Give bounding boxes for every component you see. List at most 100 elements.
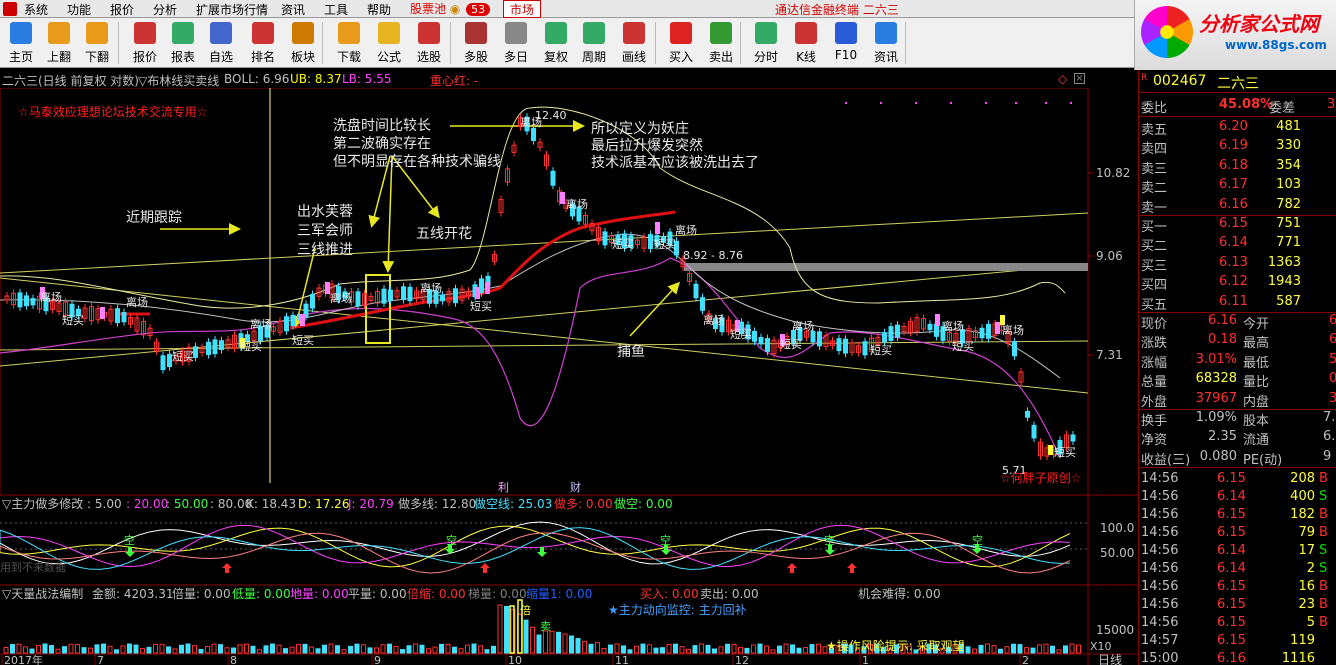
- page-up-button[interactable]: 上翻: [40, 20, 78, 66]
- volume-bar: [608, 644, 613, 654]
- quote-button[interactable]: 报价: [126, 20, 164, 66]
- sell-icon: [710, 22, 732, 44]
- signal-candle: [935, 314, 940, 326]
- menu-analysis[interactable]: 分析: [153, 1, 177, 18]
- menu-news[interactable]: 资讯: [281, 1, 305, 18]
- multi-day-button[interactable]: 多日: [497, 20, 535, 66]
- xipan-note-1: 洗盘时间比较长: [333, 117, 431, 134]
- stat2-value: 0.080: [1199, 448, 1237, 464]
- report-button[interactable]: 报表: [164, 20, 202, 66]
- menu-help[interactable]: 帮助: [367, 1, 391, 18]
- bid-price: 6.14: [1219, 235, 1248, 251]
- volume-bar: [1076, 644, 1081, 654]
- intraday-button[interactable]: 分时: [747, 20, 785, 66]
- buy-signal-label: 短买: [240, 339, 262, 353]
- buy-icon: [670, 22, 692, 44]
- candle-body: [17, 292, 23, 308]
- period-label[interactable]: 日线: [1098, 653, 1122, 665]
- stat2-label: 换手: [1141, 414, 1168, 429]
- f10-icon: [835, 22, 857, 44]
- volume-bar: [3, 646, 9, 654]
- sub2-title[interactable]: ▽天量战法编制: [2, 586, 83, 601]
- bid-row: 买一 6.15 751: [1139, 215, 1336, 235]
- menu-tools[interactable]: 工具: [324, 1, 348, 18]
- menu-quote[interactable]: 报价: [110, 1, 134, 18]
- news-button[interactable]: 资讯: [867, 20, 905, 66]
- sector-icon: [292, 22, 314, 44]
- sub1-title[interactable]: ▽主力做多修改 : 5.00: [2, 496, 122, 511]
- candle-body: [355, 291, 361, 307]
- intraday-icon: [755, 22, 777, 44]
- tick-time: 14:56: [1141, 543, 1179, 558]
- ranking-button[interactable]: 排名: [244, 20, 282, 66]
- diamond-icon[interactable]: ◇: [1058, 72, 1067, 86]
- f10-button[interactable]: F10: [827, 20, 865, 66]
- sub1-short-line: 做空线: 25.03: [474, 496, 552, 511]
- volume-bar: [692, 645, 698, 654]
- volume-bar: [783, 643, 789, 654]
- menu-function[interactable]: 功能: [67, 1, 91, 18]
- page-down-button[interactable]: 下翻: [78, 20, 116, 66]
- multi-stock-button[interactable]: 多股: [457, 20, 495, 66]
- candle-body: [219, 340, 224, 351]
- up-arrow-icon: [847, 563, 857, 573]
- marker-dot: [950, 102, 952, 104]
- volume-bar: [588, 643, 594, 654]
- stat2-row: 换手 1.09% 股本 7.8: [1139, 409, 1336, 429]
- kline-button[interactable]: K线: [787, 20, 825, 66]
- watchlist-button[interactable]: 自选: [202, 20, 240, 66]
- market-tab[interactable]: 市场: [503, 0, 541, 18]
- volume-bar: [686, 648, 691, 654]
- signal-candle: [560, 192, 565, 204]
- stock-screen-button[interactable]: 选股: [410, 20, 448, 66]
- sector-button[interactable]: 板块: [284, 20, 322, 66]
- window-title: 通达信金融终端 二六三: [775, 3, 899, 17]
- bid-label: 买四: [1141, 278, 1168, 294]
- date-axis-label: 7: [97, 654, 104, 665]
- buy-signal-label: 短买: [62, 313, 84, 327]
- volume-bar: [978, 644, 984, 654]
- download-icon: [338, 22, 360, 44]
- sub2-diliang: 低量: 0.00: [232, 587, 291, 601]
- stat-value-2: 0: [1329, 371, 1336, 387]
- volume-bar: [361, 644, 366, 654]
- draw-line-button[interactable]: 画线: [615, 20, 653, 66]
- adjust-button[interactable]: 复权: [537, 20, 575, 66]
- buy-signal-label: 短买: [952, 339, 974, 353]
- volume-bar: [432, 646, 438, 654]
- candle-body: [817, 331, 822, 347]
- stock-screen-label: 选股: [416, 50, 441, 64]
- sell-button[interactable]: 卖出: [702, 20, 740, 66]
- volume-bar: [354, 643, 360, 654]
- menu-system[interactable]: 系统: [24, 1, 48, 18]
- buy-signal-label: 短买: [470, 299, 492, 313]
- suoyi-note-1: 所以定义为妖庄: [591, 120, 689, 137]
- formula-button[interactable]: 公式: [370, 20, 408, 66]
- indicator-name[interactable]: ▽布林线买卖线: [138, 72, 219, 89]
- exit-signal-label: 离场: [520, 115, 542, 129]
- candle-body: [193, 346, 198, 358]
- volume-bar: [523, 619, 529, 654]
- multi-day-icon: [505, 22, 527, 44]
- close-icon[interactable]: ×: [1074, 73, 1085, 84]
- sub2-suoliang: 缩量1: 0.00: [526, 586, 592, 601]
- volume-bar: [10, 644, 15, 654]
- download-button[interactable]: 下载: [330, 20, 368, 66]
- volume-bar: [790, 644, 795, 654]
- tick-side: S: [1319, 543, 1328, 558]
- signal-candle: [995, 322, 1000, 334]
- date-axis-label: 11: [615, 654, 629, 665]
- home-button[interactable]: 主页: [2, 20, 40, 66]
- stock-pool-button[interactable]: 股票池 ◉ 53: [410, 0, 491, 18]
- kline-chart-area: 10.82 9.06 7.31 ☆马泰效应理想论坛技术交流专用☆ 近期跟踪 出水芙蓉三军会…: [0, 88, 1138, 665]
- stat-label-2: 最低: [1243, 355, 1270, 371]
- up-arrow-icon: [480, 563, 490, 573]
- tick-time: 15:00: [1141, 651, 1179, 665]
- menu-extended-market[interactable]: 扩展市场行情: [196, 1, 268, 18]
- sub2-pingliang: 平量: 0.00: [348, 587, 407, 601]
- buy-button[interactable]: 买入: [662, 20, 700, 66]
- bid-price: 6.11: [1219, 293, 1248, 309]
- period-label: 周期: [581, 50, 606, 64]
- period-button[interactable]: 周期: [575, 20, 613, 66]
- tick-price: 6.15: [1217, 615, 1246, 630]
